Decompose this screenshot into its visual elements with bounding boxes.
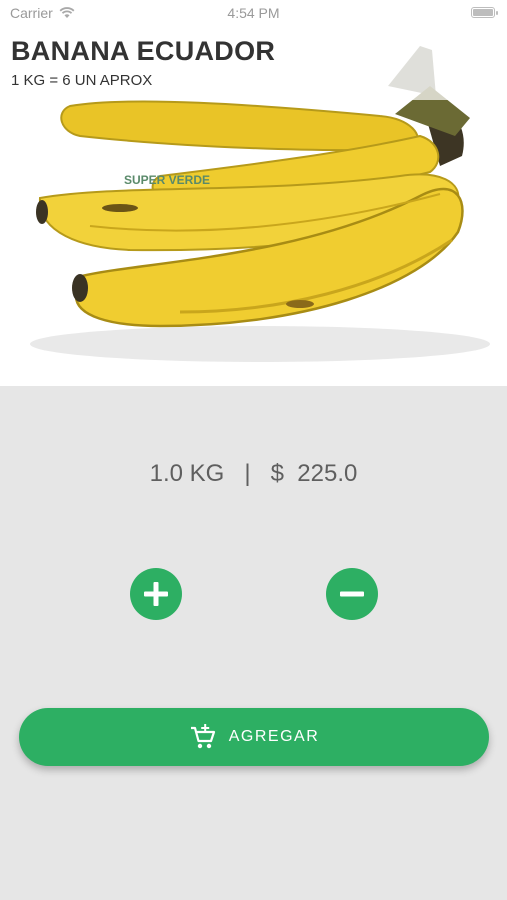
increment-button[interactable] bbox=[130, 568, 182, 620]
quantity-value: 1.0 KG bbox=[149, 460, 225, 487]
product-subtitle: 1 KG = 6 UN APROX bbox=[11, 72, 153, 89]
plus-icon bbox=[144, 582, 168, 606]
minus-icon bbox=[340, 591, 364, 597]
battery-icon bbox=[471, 7, 498, 18]
price-value: $ 225.0 bbox=[270, 460, 358, 487]
watermark-label: SUPER VERDE bbox=[124, 173, 210, 187]
status-time: 4:54 PM bbox=[227, 5, 280, 21]
cart-plus-icon bbox=[190, 724, 215, 749]
status-bar: Carrier 4:54 PM bbox=[0, 0, 507, 26]
add-to-cart-button[interactable]: AGREGAR bbox=[19, 708, 489, 766]
decrement-button[interactable] bbox=[326, 568, 378, 620]
product-title: BANANA ECUADOR bbox=[11, 36, 276, 66]
add-button-label: AGREGAR bbox=[228, 728, 320, 745]
quantity-price-summary: 1.0 KG | $ 225.0 bbox=[0, 460, 507, 488]
